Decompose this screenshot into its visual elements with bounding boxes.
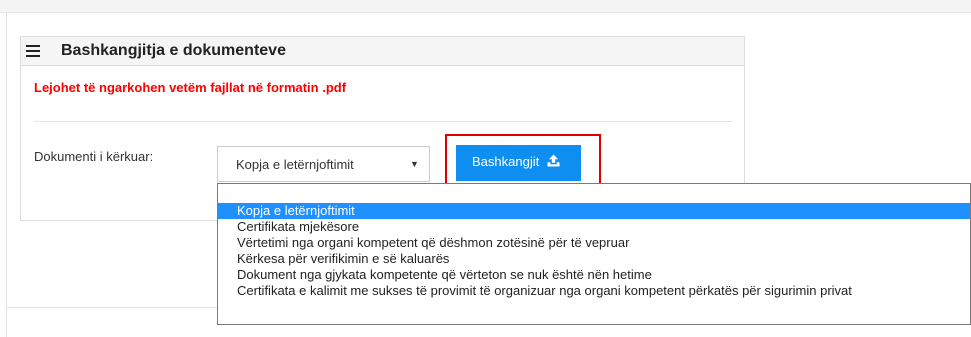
dropdown-option[interactable]: Vërtetimi nga organi kompetent që dëshmo… [218,235,970,251]
dropdown-option[interactable]: Certifikata mjekësore [218,219,970,235]
dropdown-option[interactable]: Kërkesa për verifikimin e së kaluarës [218,251,970,267]
panel-title: Bashkangjitja e dokumenteve [61,42,286,59]
dropdown-option[interactable]: Kopja e letërnjoftimit [218,203,970,219]
list-icon [26,45,40,57]
page-top-strip [0,0,971,13]
dropdown-option[interactable]: Certifikata e kalimit me sukses të provi… [218,283,970,299]
dropdown-top-spacer [218,184,970,203]
attach-button-label: Bashkangjit [472,154,540,169]
upload-icon [547,154,560,167]
document-type-dropdown-list[interactable]: Kopja e letërnjoftimit Certifikata mjekë… [217,183,971,325]
pdf-only-warning: Lejohet të ngarkohen vetëm fajllat në fo… [34,80,347,95]
content-left-border [6,12,7,337]
panel-divider [34,121,732,122]
panel-heading: Bashkangjitja e dokumenteve [21,37,744,66]
dropdown-option[interactable]: Dokument nga gjykata kompetente që vërte… [218,267,970,283]
document-type-select-value: Kopja e letërnjoftimit [236,157,354,172]
caret-down-icon: ▼ [410,159,419,169]
document-type-select[interactable]: Kopja e letërnjoftimit ▼ [217,146,430,182]
attach-button[interactable]: Bashkangjit [456,145,581,181]
document-label: Dokumenti i kërkuar: [34,149,154,164]
